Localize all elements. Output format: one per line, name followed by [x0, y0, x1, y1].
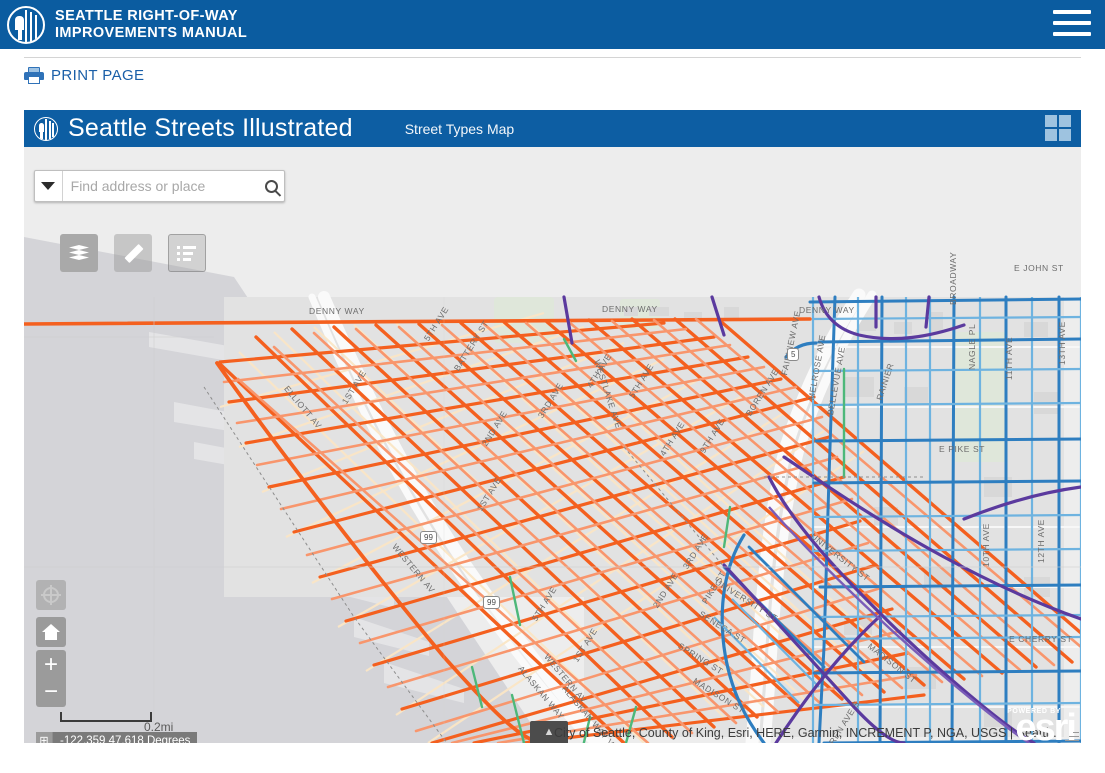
map-title: Seattle Streets Illustrated [68, 114, 353, 142]
locate-crosshair-icon [41, 585, 61, 605]
site-title: SEATTLE RIGHT-OF-WAY IMPROVEMENTS MANUAL [55, 7, 248, 41]
print-page-button[interactable]: PRINT PAGE [24, 67, 144, 84]
zoom-in-button[interactable]: + [36, 650, 66, 680]
legend-list-icon [177, 245, 197, 261]
attribution-text: City of Seattle, County of King, Esri, H… [554, 726, 1062, 740]
coordinates-widget[interactable]: ⊞ -122.359 47.618 Degrees [36, 732, 198, 743]
zoom-in-label: + [43, 650, 58, 678]
zoom-out-label: − [43, 678, 58, 705]
print-page-label: PRINT PAGE [51, 67, 145, 84]
search-icon[interactable] [260, 171, 284, 201]
seattle-city-seal-icon [34, 116, 58, 141]
hamburger-menu-icon[interactable] [1053, 10, 1091, 39]
map-header: Seattle Streets Illustrated Street Types… [24, 110, 1081, 147]
printer-icon [24, 67, 44, 84]
layers-button[interactable] [60, 234, 98, 272]
chevron-down-icon[interactable] [35, 171, 63, 201]
map-widget: Seattle Streets Illustrated Street Types… [24, 110, 1081, 743]
scale-bar: 0.2mi [60, 712, 173, 734]
site-header: SEATTLE RIGHT-OF-WAY IMPROVEMENTS MANUAL [0, 0, 1105, 49]
divider [24, 57, 1081, 58]
scale-bar-line [60, 712, 152, 722]
resize-grip[interactable] [1065, 727, 1079, 741]
locate-button[interactable] [36, 580, 66, 610]
coordinates-value: -122.359 47.618 Degrees [53, 732, 198, 743]
search-widget[interactable] [34, 170, 285, 202]
map-subtitle: Street Types Map [404, 120, 515, 137]
layers-icon [69, 245, 89, 261]
measure-button[interactable] [114, 234, 152, 272]
legend-button[interactable] [168, 234, 206, 272]
map-canvas[interactable]: DENNY WAY DENNY WAY DENNY WAY E JOHN ST E PI… [24, 147, 1081, 743]
app-grid-icon[interactable] [1045, 115, 1073, 143]
crosshair-toggle-icon[interactable]: ⊞ [36, 732, 53, 743]
zoom-out-button[interactable]: − [36, 677, 66, 707]
print-bar: PRINT PAGE [0, 49, 1105, 107]
seattle-city-seal-icon [7, 5, 45, 44]
search-input[interactable] [62, 171, 260, 201]
home-icon [42, 624, 60, 640]
home-button[interactable] [36, 617, 66, 647]
ruler-icon [122, 242, 144, 264]
